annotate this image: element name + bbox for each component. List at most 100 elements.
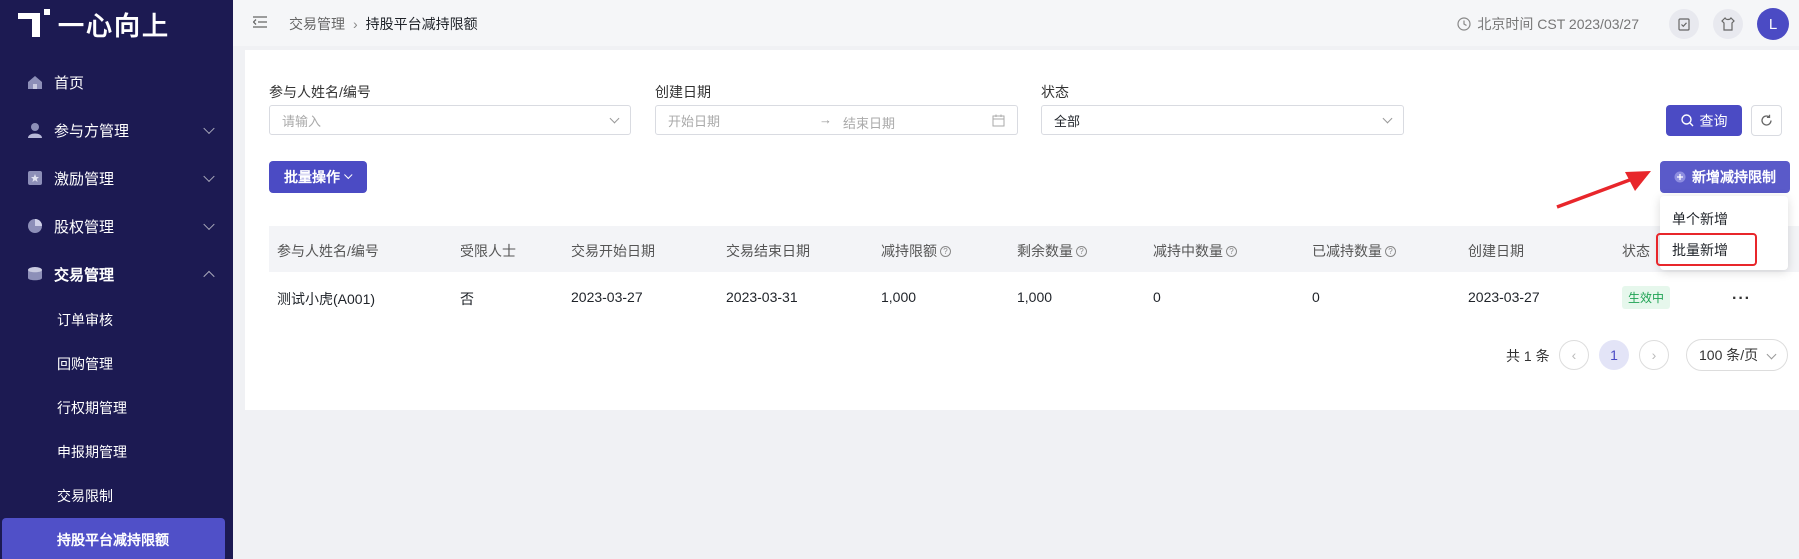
column-header: 受限人士 — [460, 243, 516, 259]
wardrobe-button[interactable] — [1713, 9, 1743, 39]
sidebar-item-participants[interactable]: 参与方管理 — [0, 106, 233, 154]
chevron-down-icon — [609, 113, 620, 124]
sidebar-item-incentive[interactable]: 激励管理 — [0, 154, 233, 202]
top-header: 交易管理 › 持股平台减持限额 北京时间 CST 2023/03/27 L — [233, 0, 1799, 46]
help-icon[interactable]: ? — [1385, 245, 1396, 257]
avatar[interactable]: L — [1757, 8, 1789, 40]
date-end-input[interactable]: 结束日期 — [843, 113, 895, 132]
trade-icon — [26, 265, 44, 283]
search-icon — [1680, 114, 1694, 127]
sidebar-subitem-label: 回购管理 — [57, 356, 113, 372]
table-cell: 2023-03-27 — [571, 289, 643, 305]
page-1-button[interactable]: 1 — [1599, 340, 1629, 370]
plus-circle-icon — [1674, 171, 1686, 183]
sidebar-subitem-reduction-limit[interactable]: 持股平台减持限额 — [2, 518, 225, 559]
reset-button[interactable] — [1751, 105, 1782, 136]
logo[interactable]: 一心向上 — [18, 8, 171, 42]
sidebar-item-label: 参与方管理 — [54, 122, 130, 140]
sidebar-item-home[interactable]: 首页 — [0, 58, 233, 106]
header-actions: 北京时间 CST 2023/03/27 L — [1457, 8, 1789, 40]
column-header-label: 减持中数量 — [1153, 243, 1223, 259]
column-header-with-help: 剩余数量? — [1017, 241, 1087, 261]
prev-page-button[interactable]: ‹ — [1559, 340, 1589, 370]
menu-item-single-add[interactable]: 单个新增 — [1672, 209, 1728, 229]
status-label: 状态 — [1041, 84, 1069, 100]
logo-text: 一心向上 — [58, 11, 171, 42]
clock-icon — [1457, 17, 1471, 31]
chevron-left-icon: ‹ — [1571, 347, 1577, 363]
table-cell: 否 — [460, 291, 474, 307]
chevron-down-icon — [1382, 113, 1393, 124]
sidebar-item-trade[interactable]: 交易管理 — [0, 250, 233, 298]
sidebar-subitem-order-review[interactable]: 订单审核 — [0, 298, 233, 342]
annotation-highlight-box — [1656, 233, 1757, 266]
table-cell: 测试小虎(A001) — [277, 291, 376, 307]
sidebar-subitem-label: 行权期管理 — [57, 400, 127, 416]
chevron-down-icon — [203, 170, 215, 183]
chevron-right-icon: › — [1651, 347, 1657, 363]
breadcrumb: 交易管理 › 持股平台减持限额 — [289, 14, 478, 34]
help-icon[interactable]: ? — [1076, 245, 1087, 257]
logo-mark-icon — [18, 9, 50, 39]
help-icon[interactable]: ? — [1226, 245, 1237, 257]
sidebar-item-label: 首页 — [54, 74, 85, 92]
pagination-total: 共 1 条 — [1506, 348, 1550, 364]
sidebar: 一心向上 首页 参与方管理 激励管理 股权管理 交易管理 订单审核 回购管理 行… — [0, 0, 233, 559]
clipboard-check-icon — [1677, 17, 1691, 31]
date-start-input[interactable]: 开始日期 — [668, 111, 720, 130]
participant-select[interactable]: 请输入 — [269, 105, 631, 135]
more-actions-button[interactable]: ··· — [1732, 290, 1751, 308]
page-size-value: 100 条/页 — [1699, 347, 1759, 363]
sidebar-menu: 首页 参与方管理 激励管理 股权管理 交易管理 订单审核 回购管理 行权期管理 … — [0, 58, 233, 559]
users-icon — [26, 121, 44, 139]
task-button[interactable] — [1669, 9, 1699, 39]
chevron-down-icon — [344, 170, 353, 180]
column-header-with-help: 已减持数量? — [1312, 241, 1396, 261]
chevron-down-icon — [1766, 349, 1777, 360]
chevron-down-icon — [203, 218, 215, 231]
sidebar-subitem-label: 申报期管理 — [57, 444, 127, 460]
query-button[interactable]: 查询 — [1666, 105, 1742, 136]
status-value: 全部 — [1054, 113, 1081, 129]
column-header: 交易结束日期 — [726, 243, 810, 259]
sidebar-item-label: 交易管理 — [54, 266, 115, 284]
column-header: 状态 — [1622, 243, 1650, 259]
add-reduction-limit-button[interactable]: 新增减持限制 — [1660, 161, 1790, 193]
sidebar-subitem-buyback[interactable]: 回购管理 — [0, 342, 233, 386]
table-header: 参与人姓名/编号 受限人士 交易开始日期 交易结束日期 减持限额? 剩余数量? … — [269, 226, 1799, 272]
menu-collapse-icon[interactable] — [253, 16, 267, 28]
date-range-picker[interactable]: 开始日期 → 结束日期 — [655, 105, 1018, 135]
next-page-button[interactable]: › — [1639, 340, 1669, 370]
sidebar-subitem-declare-period[interactable]: 申报期管理 — [0, 430, 233, 474]
shirt-icon — [1721, 17, 1735, 31]
sidebar-subitem-trade-limit[interactable]: 交易限制 — [0, 474, 233, 518]
table-cell: 2023-03-27 — [1468, 289, 1540, 305]
column-header: 交易开始日期 — [571, 243, 655, 259]
chevron-down-icon — [203, 122, 215, 135]
chevron-up-icon — [203, 270, 215, 283]
breadcrumb-separator-icon: › — [353, 16, 358, 32]
star-icon — [26, 169, 44, 187]
batch-operation-button[interactable]: 批量操作 — [269, 161, 367, 193]
refresh-icon — [1760, 114, 1773, 127]
column-header: 创建日期 — [1468, 243, 1524, 259]
page-size-select[interactable]: 100 条/页 — [1686, 339, 1788, 371]
table-cell: 1,000 — [881, 289, 917, 305]
home-icon — [26, 73, 44, 91]
participant-placeholder: 请输入 — [282, 113, 322, 129]
sidebar-subitem-label: 订单审核 — [57, 312, 113, 328]
sidebar-item-equity[interactable]: 股权管理 — [0, 202, 233, 250]
annotation-arrow-icon — [1556, 171, 1651, 209]
sidebar-item-label: 激励管理 — [54, 170, 115, 188]
status-select[interactable]: 全部 — [1041, 105, 1404, 135]
table-cell: 1,000 — [1017, 289, 1053, 305]
server-time: 北京时间 CST 2023/03/27 — [1457, 14, 1639, 34]
table-cell: 0 — [1153, 289, 1161, 305]
date-label: 创建日期 — [655, 84, 711, 100]
breadcrumb-parent[interactable]: 交易管理 — [289, 14, 345, 34]
add-reduction-limit-label: 新增减持限制 — [1692, 169, 1776, 185]
query-label: 查询 — [1699, 112, 1728, 129]
help-icon[interactable]: ? — [940, 245, 951, 257]
sidebar-subitem-exercise-period[interactable]: 行权期管理 — [0, 386, 233, 430]
sidebar-subitem-label: 持股平台减持限额 — [57, 532, 169, 548]
